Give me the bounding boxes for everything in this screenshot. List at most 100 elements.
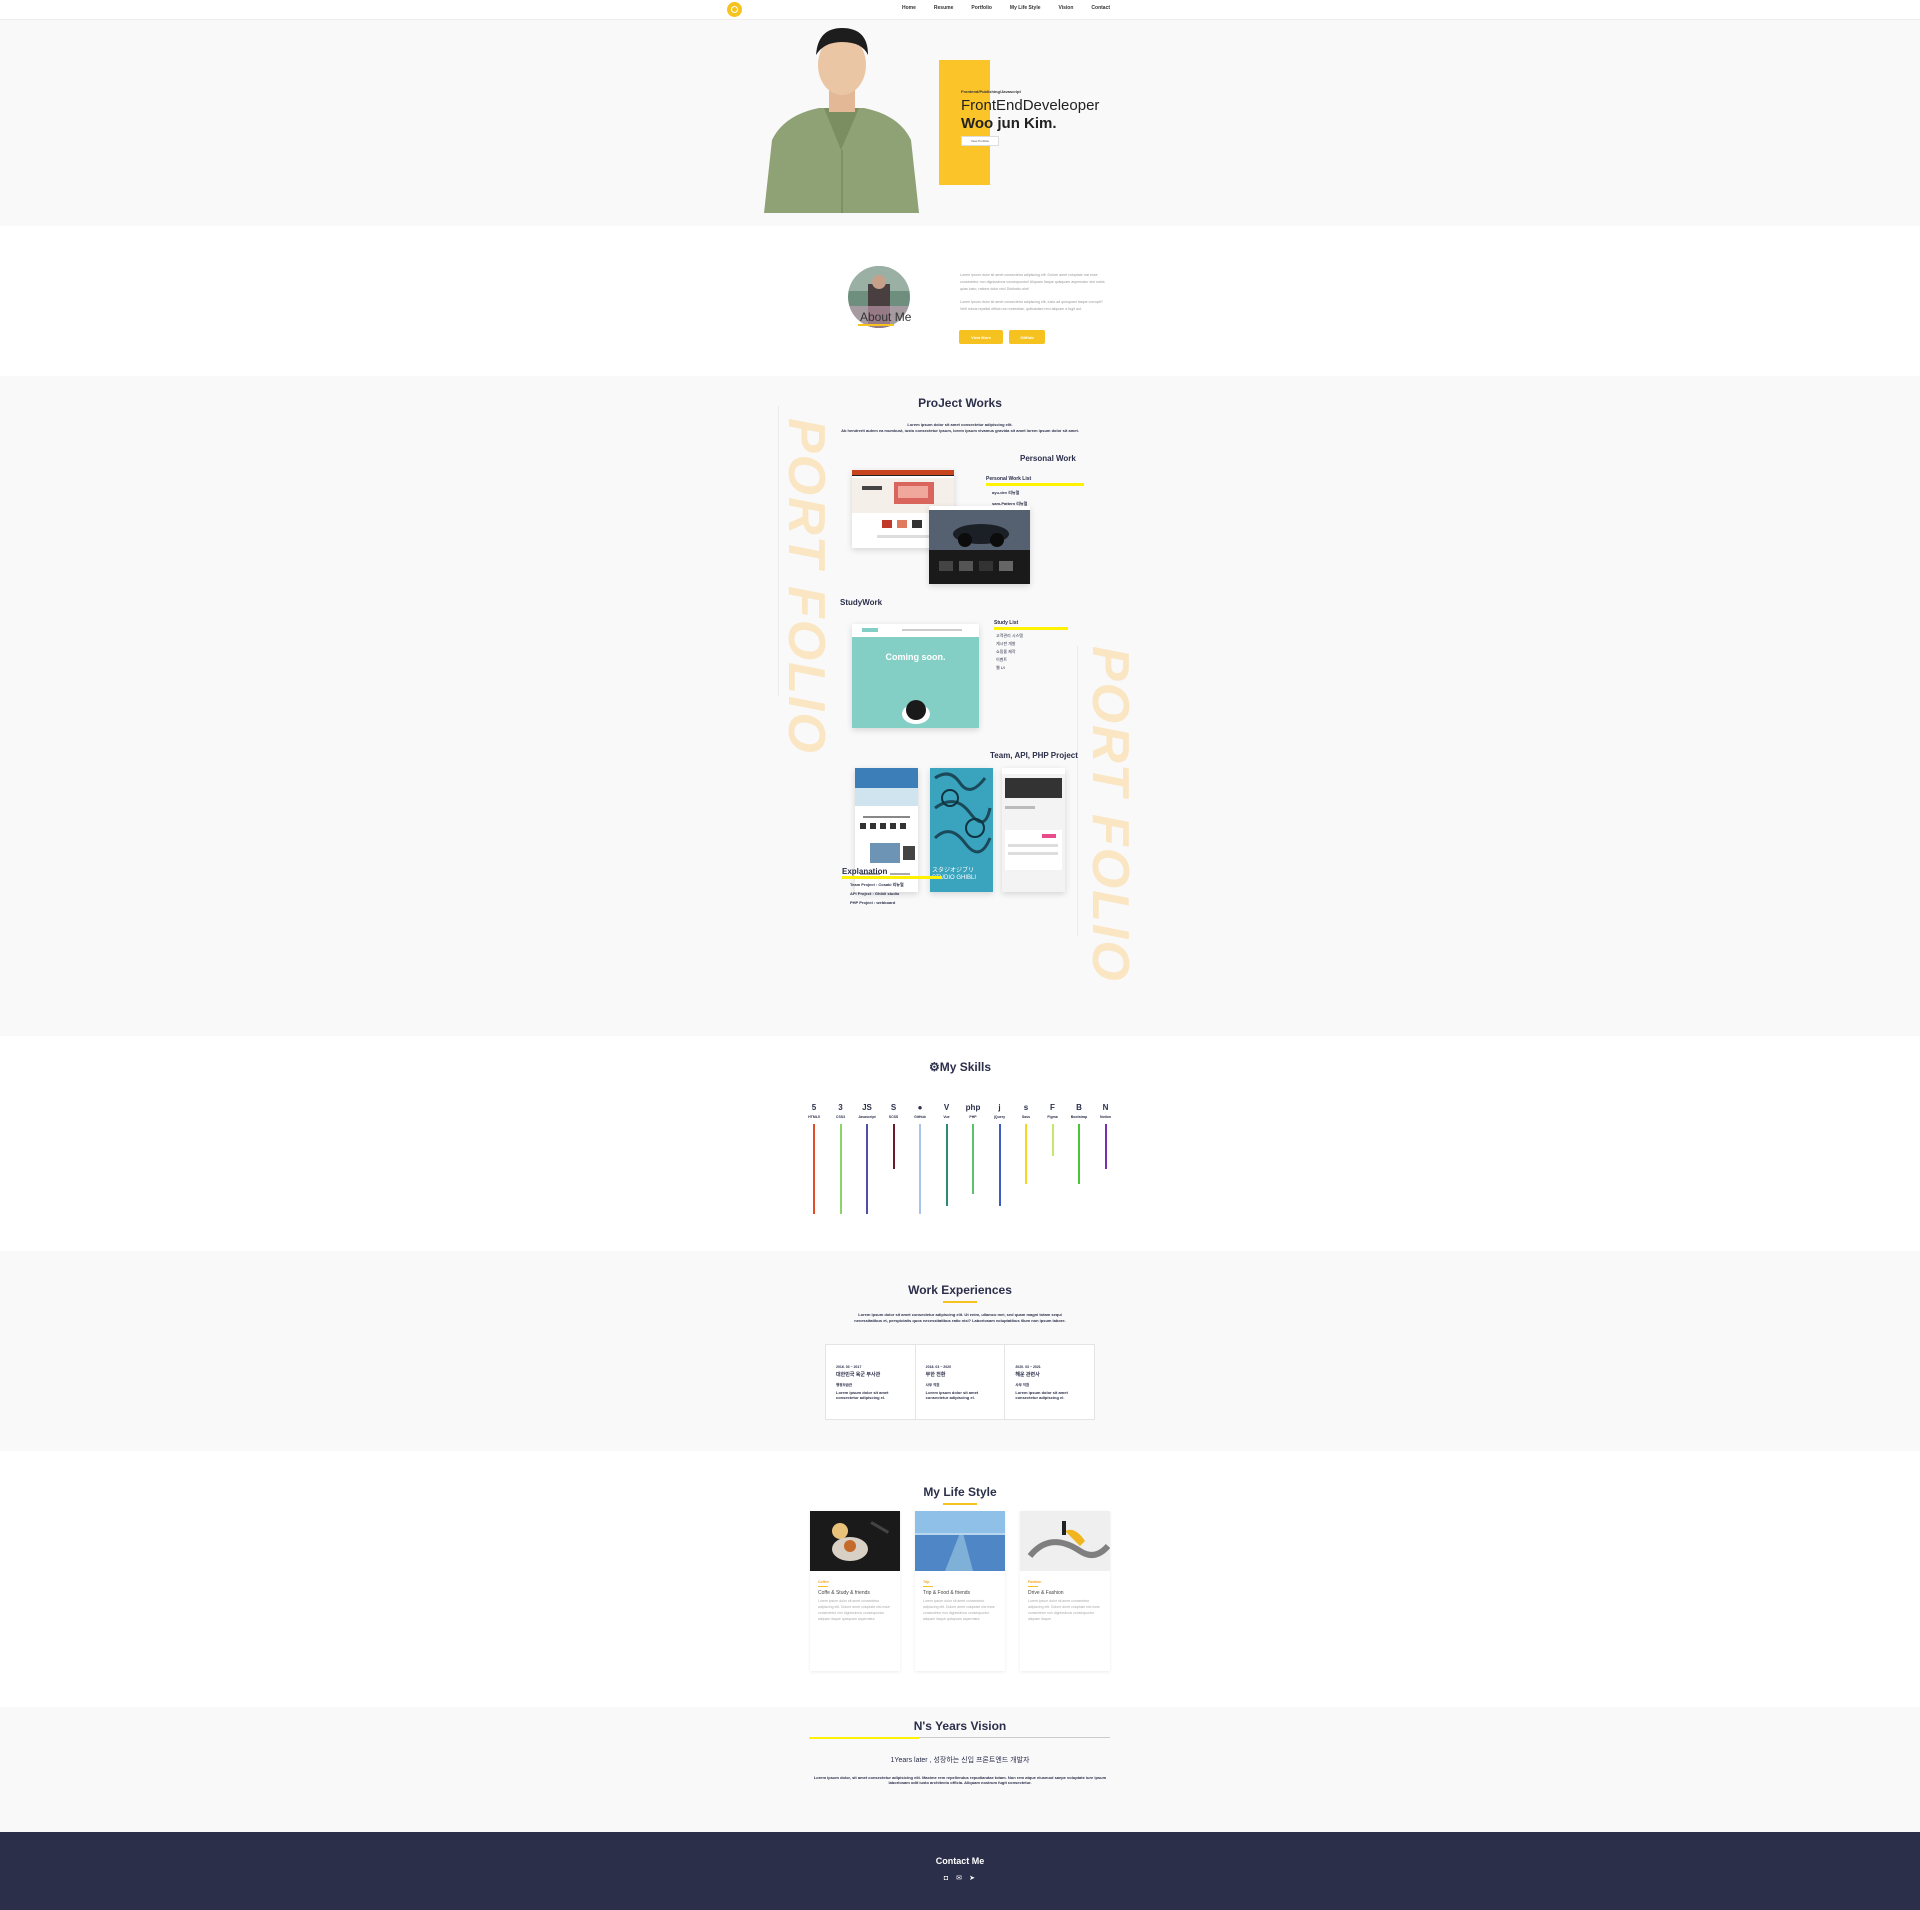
study-list-item[interactable]: 웹 UI [996,665,1005,671]
lifestyle-card[interactable]: Coffee Coffe & Study & friends Lorem ips… [810,1511,900,1671]
skill-html5: 5 HTML5 [802,1101,826,1214]
nav-item-portfolio[interactable]: Portfolio [971,5,992,11]
work-desc: Lorem ipsum dolor sit amet consectetur a… [836,1390,889,1400]
skills-section: ⚙My Skills 5 HTML5 3 CSS3 JS Javascript S SCSS ●… [0,1036,1920,1251]
lifestyle-card-text: Lorem ipsum dolor sit amet consectetur a… [923,1599,995,1621]
explanation-underline [842,876,942,879]
personal-work-shot-2[interactable] [929,506,1030,584]
about-underline [858,324,894,326]
portfolio-vertical-text-left: PORT FOLIO [777,418,835,755]
nav-item-lifestyle[interactable]: My Life Style [1010,5,1041,11]
skill-bar [1051,1124,1054,1156]
skill-jquery: j jQuery [988,1101,1012,1206]
work-company: 해운 관련사 [1015,1372,1040,1378]
nav-item-vision[interactable]: Vision [1059,5,1074,11]
lifestyle-card-title: Trip & Food & friends [923,1590,971,1596]
skill-label: Bootstrap [1070,1115,1088,1119]
lifestyle-category: Fashion [1028,1580,1042,1584]
api-project-shot[interactable]: スタジオジブリ STUDIO GHIBLI [930,768,993,892]
skill-bar [839,1124,842,1214]
skill-label: jQuery [993,1115,1006,1119]
skill-vue: V Vue [935,1101,959,1206]
skill-bar [919,1124,921,1214]
skill-notion: N Notion [1094,1101,1118,1169]
projects-section: ProJect Works Lorem ipsum dolor sit amet… [0,376,1920,1036]
skill-bar [1078,1124,1080,1184]
contact-title: Contact Me [935,1856,985,1866]
about-text-2: Lorem ipsum dolor sit amet consectetur a… [960,300,1103,311]
personal-list-item[interactable]: ayu-dev 리뉴얼 [992,490,1019,496]
study-list-item[interactable]: 게시판 개발 [996,641,1016,647]
skill-label: PHP [969,1115,977,1119]
study-list-item[interactable]: 쇼핑몰 제작 [996,649,1016,655]
lifestyle-card[interactable]: Trip Trip & Food & friends Lorem ipsum d… [915,1511,1005,1671]
projects-title: ProJect Works [918,396,1002,410]
work-company: 무한 전환 [925,1372,946,1378]
view-more-button[interactable]: View More [959,330,1003,344]
right-divider [1077,646,1078,936]
work-desc: Lorem ipsum dolor sit amet consectetur a… [1015,1390,1068,1400]
skill-label: CSS3 [835,1115,846,1119]
gear-icon: ⚙ [928,1060,940,1074]
study-list-underline [994,627,1068,630]
javascript-icon: JS [862,1102,872,1112]
study-list-item[interactable]: 이벤트 [996,657,1007,663]
lifestyle-underline [943,1503,977,1505]
lifestyle-card[interactable]: Fashion Drive & Fashion Lorem ipsum dolo… [1020,1511,1110,1671]
logo-icon[interactable] [727,2,742,17]
figma-icon: F [1050,1102,1055,1112]
skill-bar [1104,1124,1107,1169]
lifestyle-title: My Life Style [923,1485,997,1499]
personal-work-heading: Personal Work [1020,454,1076,463]
bootstrap-icon: B [1076,1102,1082,1112]
skill-label: Vue [943,1115,950,1119]
footer: Contact Me ◘ ✉ ➤ [0,1832,1920,1910]
send-icon[interactable]: ➤ [968,1874,976,1882]
scss-icon: S [890,1102,897,1112]
hero-title: FrontEndDeveleoper [961,97,1100,114]
personal-list-underline [986,483,1084,486]
skill-label: Notion [1099,1115,1112,1119]
study-list-item[interactable]: 고객관리 시스템 [996,633,1023,639]
work-underline [943,1301,977,1303]
explanation-item: Team Project : Cosaki 리뉴얼 [850,882,904,887]
vision-section: N's Years Vision 1Years later , 성장하는 신입 … [0,1707,1920,1832]
hero-tagline: Frontend/Publishing/Javascript [961,89,1021,94]
skill-figma: F Figma [1041,1101,1065,1156]
php-project-shot[interactable] [1002,768,1065,892]
css3-icon: 3 [838,1102,843,1112]
vue-icon: V [943,1102,950,1112]
github-button[interactable]: GitHub [1009,330,1045,344]
work-card: 2020. 03 ~ 2021 해운 관련사 사무 직원 Lorem ipsum… [1005,1345,1094,1419]
top-nav: Home Resume Portfolio My Life Style Visi… [0,0,1920,20]
skill-sass: s Sass [1014,1101,1038,1184]
work-desc: Lorem ipsum dolor sit amet consectetur a… [925,1390,979,1400]
work-section: Work Experiences Lorem ipsum dolor sit a… [0,1251,1920,1451]
skill-bar [998,1124,1001,1206]
skill-label: HTML5 [808,1115,820,1119]
instagram-icon[interactable]: ◘ [942,1874,950,1882]
work-role: 행정보급관 [836,1383,853,1387]
skill-label: GitHub [914,1115,926,1119]
work-date: 2016. 03 ~ 2017 [836,1365,862,1369]
team-project-heading: Team, API, PHP Project [990,751,1078,760]
work-role: 사무 직원 [1015,1383,1030,1387]
coming-soon-text: Coming soon. [885,652,946,662]
skill-bar [972,1124,974,1194]
email-icon[interactable]: ✉ [955,1874,963,1882]
skill-php: php PHP [961,1101,985,1194]
about-title: About Me [860,310,912,324]
work-card: 2018. 03 ~ 2020 무한 전환 사무 직원 Lorem ipsum … [916,1345,1006,1419]
hero-button[interactable]: View Portfolio [961,136,999,146]
nav-item-home[interactable]: Home [902,5,916,11]
skill-label: Sass [1021,1115,1031,1119]
ghibli-text: スタジオジブリ STUDIO GHIBLI [932,868,977,881]
study-work-shot[interactable]: Coming soon. [852,624,979,728]
vision-line-2: Lorem ipsum dolor, sit amet consectetur … [813,1775,1107,1785]
skill-label: SCSS [888,1115,899,1119]
nav-item-contact[interactable]: Contact [1091,5,1110,11]
nav-item-resume[interactable]: Resume [934,5,953,11]
personal-list-heading: Personal Work List [986,476,1032,482]
lifestyle-category: Trip [923,1580,930,1584]
work-date: 2018. 03 ~ 2020 [925,1365,952,1369]
